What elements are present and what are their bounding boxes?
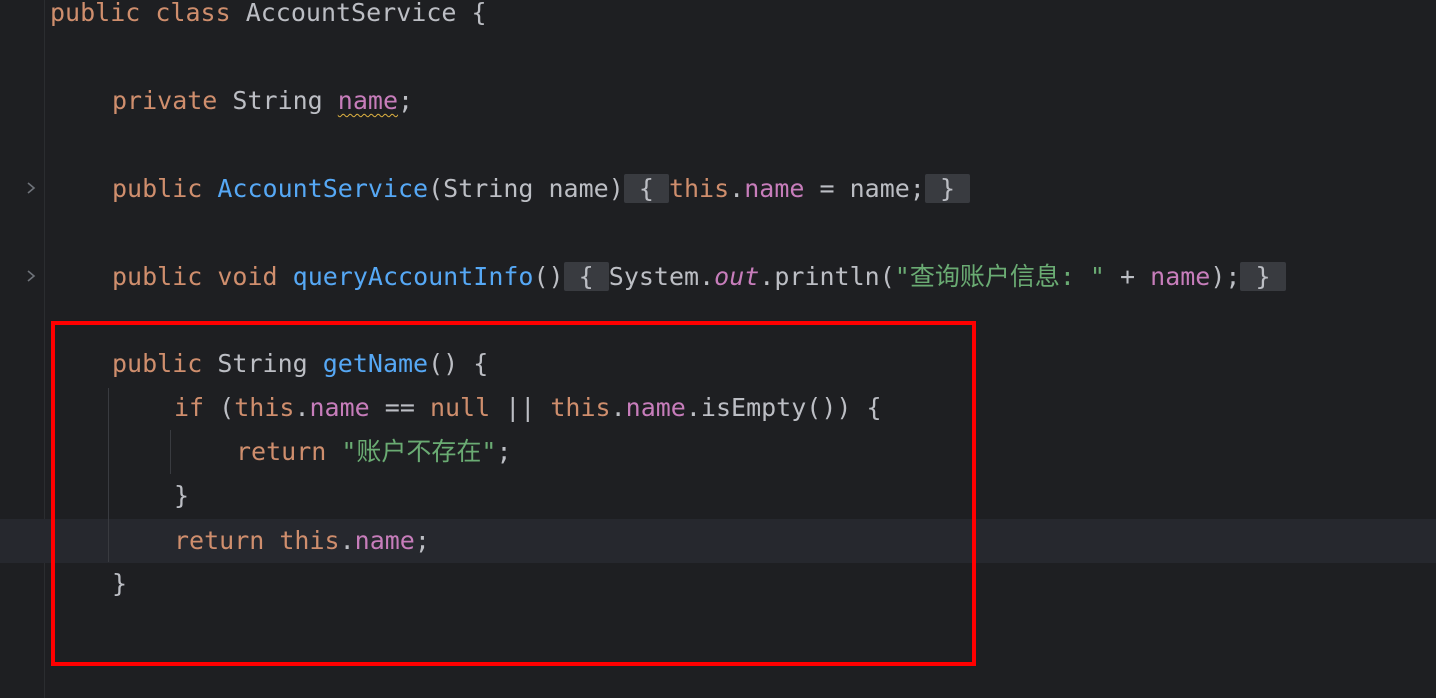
field-name: name [744,174,805,203]
semicolon: ; [398,86,414,115]
keyword: class [155,0,231,27]
string-literal: "查询账户信息: " [894,262,1105,291]
highlight-annotation-box [51,321,976,666]
brace: { [471,0,487,27]
keyword: void [217,262,278,291]
dot: . [729,174,745,203]
folded-brace-close[interactable]: } [1240,262,1286,291]
code-line-2[interactable]: private String name; [112,79,413,123]
editor-gutter [0,0,44,698]
static-field: out [714,262,760,291]
folded-brace-open[interactable]: { [623,174,669,203]
call-end: ); [1210,262,1241,291]
params: (String name) [428,174,624,203]
constructor-name: AccountService [217,174,429,203]
method-name: queryAccountInfo [292,262,534,291]
class-name: AccountService [245,0,457,27]
keyword: public [112,262,203,291]
type: String [232,86,323,115]
folded-brace-open[interactable]: { [563,262,609,291]
system-class: System. [608,262,715,291]
gutter-divider [44,0,45,698]
chevron-right-icon[interactable] [24,269,38,283]
code-line-1[interactable]: public class AccountService { [50,0,487,35]
assignment: = name; [804,174,925,203]
field-name: name [337,86,399,115]
keyword: private [112,86,218,115]
code-editor[interactable]: public class AccountService { private St… [0,0,1436,698]
params: () [533,262,564,291]
this-keyword: this [668,174,730,203]
field-name: name [1150,262,1211,291]
keyword: public [50,0,141,27]
folded-brace-close[interactable]: } [924,174,971,203]
operator: + [1104,262,1151,291]
code-line-3[interactable]: public AccountService(String name) { thi… [112,167,971,211]
keyword: public [112,174,203,203]
chevron-right-icon[interactable] [24,181,38,195]
method-call: .println( [759,262,895,291]
code-line-4[interactable]: public void queryAccountInfo() { System.… [112,255,1286,299]
